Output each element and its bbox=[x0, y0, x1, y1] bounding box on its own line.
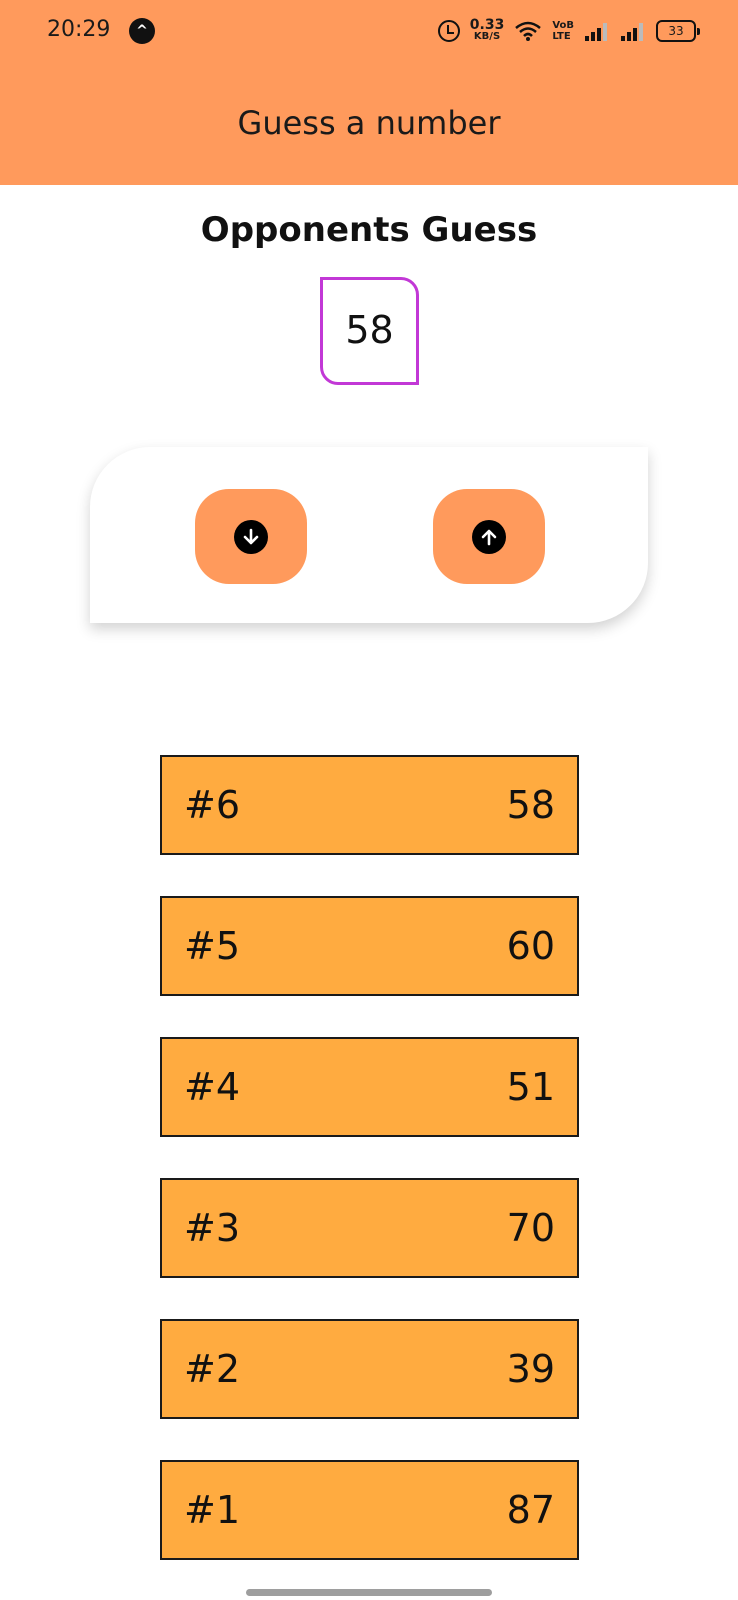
arrow-down-icon bbox=[234, 519, 268, 554]
wifi-icon bbox=[515, 21, 542, 41]
list-item: #5 60 bbox=[160, 896, 579, 996]
status-time: 20:29 bbox=[47, 17, 111, 42]
home-indicator[interactable] bbox=[246, 1589, 492, 1596]
round-number: #3 bbox=[184, 1206, 241, 1250]
battery-icon: 33 bbox=[656, 20, 700, 42]
list-item: #3 70 bbox=[160, 1178, 579, 1278]
guess-log-list: #6 58 #5 60 #4 51 #3 70 #2 39 #1 87 bbox=[160, 755, 579, 1600]
guess-value: 87 bbox=[506, 1488, 555, 1532]
alarm-icon bbox=[437, 20, 460, 42]
higher-button[interactable] bbox=[433, 489, 545, 584]
round-number: #5 bbox=[184, 924, 241, 968]
round-number: #6 bbox=[184, 783, 241, 827]
app-header: 20:29 ^ 0.33 KB/S VoB LTE 33 Guess a num… bbox=[0, 0, 738, 185]
status-bar: 20:29 ^ 0.33 KB/S VoB LTE 33 bbox=[0, 0, 738, 64]
list-item: #1 87 bbox=[160, 1460, 579, 1560]
volte-line2: LTE bbox=[552, 31, 571, 42]
lower-button[interactable] bbox=[195, 489, 307, 584]
volte-indicator: VoB LTE bbox=[552, 20, 574, 42]
guess-value: 58 bbox=[506, 783, 555, 827]
opponent-guess-value: 58 bbox=[320, 277, 419, 385]
status-icons: 0.33 KB/S VoB LTE 33 bbox=[437, 14, 700, 48]
volte-line1: VoB bbox=[552, 20, 574, 31]
list-item: #4 51 bbox=[160, 1037, 579, 1137]
network-speed-value: 0.33 bbox=[469, 17, 505, 33]
signal-strength-icon-sim2 bbox=[621, 23, 643, 41]
controls-card bbox=[90, 447, 648, 623]
signal-strength-icon bbox=[585, 23, 607, 41]
list-item: #6 58 bbox=[160, 755, 579, 855]
arrow-up-icon bbox=[472, 519, 506, 554]
round-number: #1 bbox=[184, 1488, 241, 1532]
guess-value: 70 bbox=[506, 1206, 555, 1250]
network-speed: 0.33 KB/S bbox=[469, 17, 505, 43]
round-number: #2 bbox=[184, 1347, 241, 1391]
notification-app-icon: ^ bbox=[129, 18, 155, 44]
app-title: Guess a number bbox=[237, 104, 501, 142]
network-speed-unit: KB/S bbox=[473, 31, 501, 42]
guess-value: 39 bbox=[506, 1347, 555, 1391]
list-item: #2 39 bbox=[160, 1319, 579, 1419]
guess-value: 51 bbox=[506, 1065, 555, 1109]
section-title: Opponents Guess bbox=[200, 210, 538, 250]
round-number: #4 bbox=[184, 1065, 241, 1109]
guess-value: 60 bbox=[506, 924, 555, 968]
